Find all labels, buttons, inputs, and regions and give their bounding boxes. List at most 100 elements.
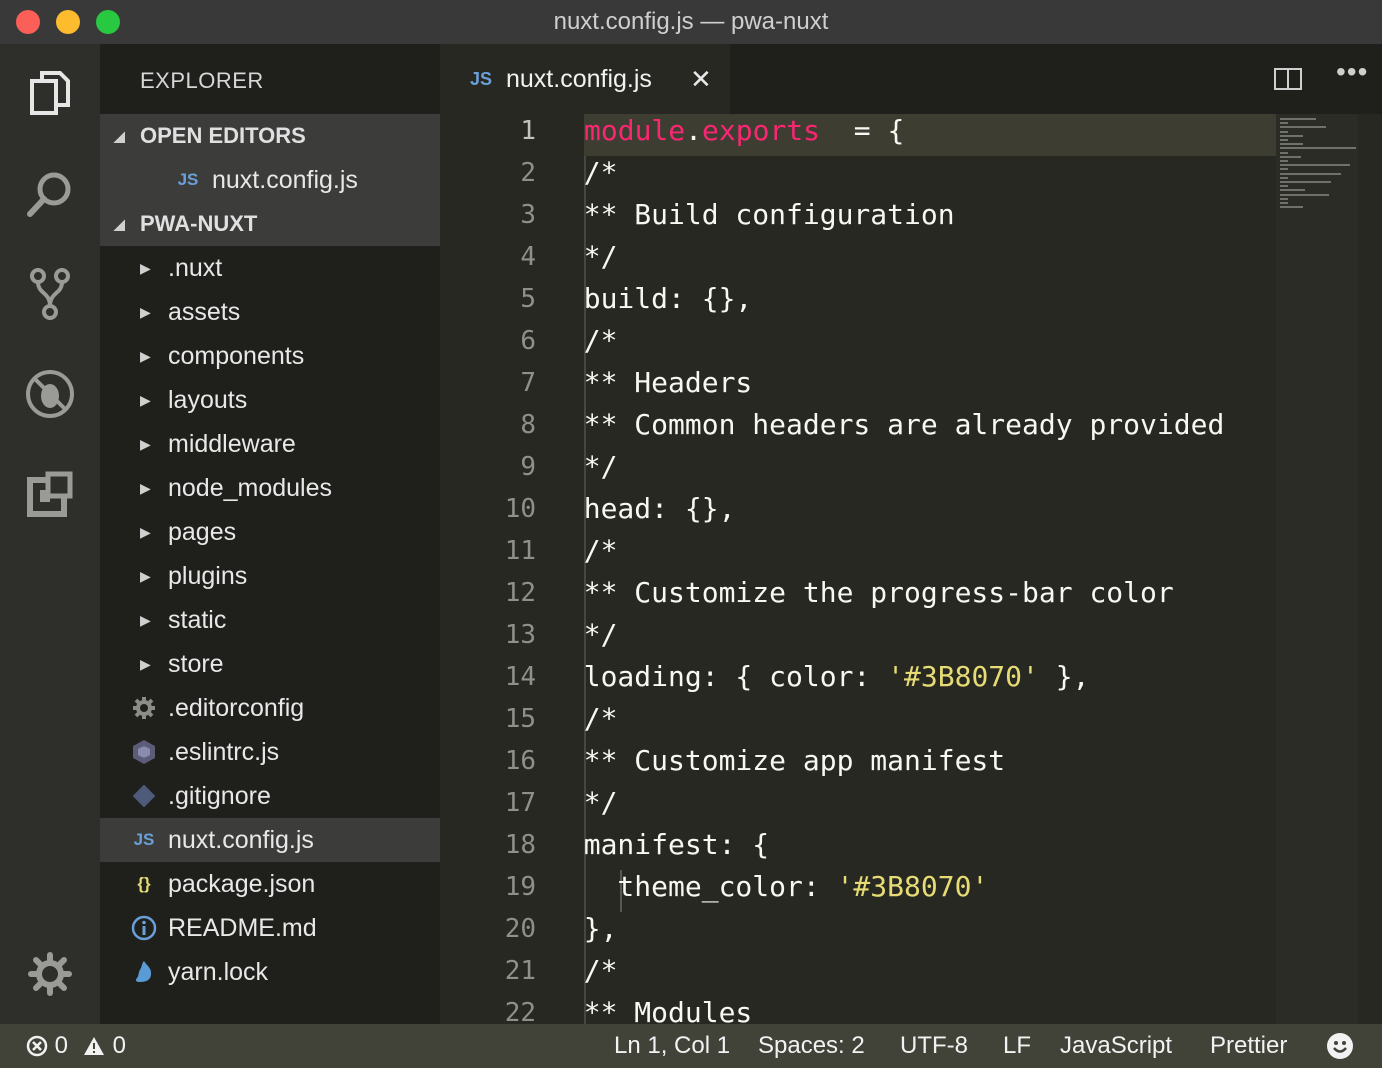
debug-icon[interactable] <box>20 364 80 424</box>
minimap-line <box>1280 181 1332 183</box>
file-item[interactable]: {} package.json <box>100 862 440 906</box>
formatter-status[interactable]: Prettier <box>1210 1024 1287 1068</box>
open-editors-header[interactable]: ◢ OPEN EDITORS <box>100 114 440 158</box>
code-token: /* <box>550 156 618 189</box>
chevron-right-icon: ▶ <box>140 348 151 364</box>
line-number: 6 <box>520 326 536 356</box>
search-icon[interactable] <box>20 164 80 224</box>
code-line: module.exports = { <box>584 114 904 147</box>
file-item[interactable]: JS nuxt.config.js <box>100 818 440 862</box>
minimap[interactable] <box>1276 114 1358 1024</box>
line-number: 18 <box>504 830 536 860</box>
folder-item[interactable]: ▶ middleware <box>100 422 440 466</box>
file-label: yarn.lock <box>168 958 269 986</box>
feedback-smiley-icon[interactable] <box>1326 1032 1354 1060</box>
folder-label: assets <box>168 298 241 326</box>
code-token: module <box>584 114 686 147</box>
code-line: ** Customize the progress-bar color <box>550 576 1174 609</box>
split-editor-icon[interactable] <box>1274 68 1302 90</box>
settings-gear-icon[interactable] <box>20 944 80 1004</box>
folder-item[interactable]: ▶ layouts <box>100 378 440 422</box>
code-line: /* <box>550 702 618 735</box>
close-tab-icon[interactable]: ✕ <box>690 44 712 114</box>
file-item[interactable]: .editorconfig <box>100 686 440 730</box>
folder-item[interactable]: ▶ plugins <box>100 554 440 598</box>
code-token: */ <box>550 618 618 651</box>
gear-icon <box>130 686 158 736</box>
eol-setting[interactable]: LF <box>1003 1024 1031 1068</box>
line-number: 11 <box>504 536 536 566</box>
code-token: /* <box>550 954 618 987</box>
line-number: 2 <box>520 158 536 188</box>
line-number: 9 <box>520 452 536 482</box>
folder-item[interactable]: ▶ node_modules <box>100 466 440 510</box>
code-token: head: {}, <box>550 492 736 525</box>
line-number: 17 <box>504 788 536 818</box>
minimap-line <box>1280 143 1303 146</box>
folder-label: node_modules <box>168 474 333 502</box>
project-header[interactable]: ◢ PWA-NUXT <box>100 202 440 246</box>
explorer-title: EXPLORER <box>140 68 264 93</box>
minimap-line <box>1280 164 1351 167</box>
chevron-right-icon: ▶ <box>140 480 151 496</box>
code-token: */ <box>550 450 618 483</box>
cursor-position[interactable]: Ln 1, Col 1 <box>614 1024 730 1068</box>
folder-label: layouts <box>168 386 248 414</box>
indentation-setting[interactable]: Spaces: 2 <box>758 1024 865 1068</box>
file-item[interactable]: README.md <box>100 906 440 950</box>
code-token: /* <box>550 702 618 735</box>
git-icon <box>130 774 158 824</box>
chevron-right-icon: ▶ <box>140 568 151 584</box>
minimap-line <box>1280 139 1288 141</box>
minimap-line <box>1280 160 1288 162</box>
code-line: ** Headers <box>550 366 753 399</box>
folder-item[interactable]: ▶ store <box>100 642 440 686</box>
encoding-setting[interactable]: UTF-8 <box>900 1024 968 1068</box>
files-icon[interactable] <box>20 64 80 124</box>
more-actions-icon[interactable]: ••• <box>1336 56 1368 88</box>
minimap-line <box>1280 185 1288 188</box>
code-token: */ <box>550 786 618 819</box>
folder-item[interactable]: ▶ pages <box>100 510 440 554</box>
errors-indicator[interactable]: 0 <box>26 1024 68 1068</box>
folder-item[interactable]: ▶ assets <box>100 290 440 334</box>
code-token: /* <box>550 324 618 357</box>
folder-label: static <box>168 606 227 634</box>
code-line: head: {}, <box>550 492 736 525</box>
title-bar: nuxt.config.js — pwa-nuxt <box>0 0 1382 44</box>
code-editor[interactable]: 1 module.exports = {2 /* 3 ** Build config… <box>440 114 1382 1024</box>
language-mode[interactable]: JavaScript <box>1060 1024 1172 1068</box>
code-line: */ <box>550 618 618 651</box>
chevron-down-icon: ◢ <box>114 216 125 232</box>
chevron-right-icon: ▶ <box>140 612 151 628</box>
chevron-right-icon: ▶ <box>140 304 151 320</box>
extensions-icon[interactable] <box>20 464 80 524</box>
folder-label: middleware <box>168 430 296 458</box>
chevron-down-icon: ◢ <box>114 128 125 144</box>
file-item[interactable]: .gitignore <box>100 774 440 818</box>
code-token: ** Build configuration <box>550 198 955 231</box>
activity-bar <box>0 44 100 1024</box>
folder-label: components <box>168 342 305 370</box>
file-item[interactable]: yarn.lock <box>100 950 440 994</box>
folder-label: pages <box>168 518 237 546</box>
folder-item[interactable]: ▶ .nuxt <box>100 246 440 290</box>
folder-item[interactable]: ▶ components <box>100 334 440 378</box>
folder-label: plugins <box>168 562 248 590</box>
folder-item[interactable]: ▶ static <box>100 598 440 642</box>
folder-label: .nuxt <box>168 254 223 282</box>
code-line: /* <box>550 954 618 987</box>
minimap-line <box>1280 202 1288 204</box>
minimap-line <box>1280 155 1301 158</box>
code-line: */ <box>550 786 618 819</box>
code-token: manifest: { <box>550 828 770 861</box>
code-token: ** Customize app manifest <box>550 744 1006 777</box>
warnings-indicator[interactable]: 0 <box>82 1024 126 1068</box>
file-label: README.md <box>168 914 317 942</box>
code-line: /* <box>550 324 618 357</box>
minimap-line <box>1280 176 1288 179</box>
file-item[interactable]: .eslintrc.js <box>100 730 440 774</box>
open-editor-item[interactable]: JS nuxt.config.js <box>100 158 440 202</box>
source-control-icon[interactable] <box>20 264 80 324</box>
tab-nuxt-config[interactable]: JS nuxt.config.js ✕ <box>440 44 730 114</box>
